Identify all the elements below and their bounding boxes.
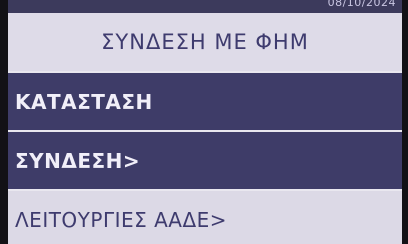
device-bezel-right <box>402 0 408 244</box>
menu-item-label: ΛΕΙΤΟΥΡΓΙΕΣ ΑΑΔΕ> <box>15 207 228 232</box>
menu-list: ΚΑΤΑΣΤΑΣΗ ΣΥΝΔΕΣΗ> ΛΕΙΤΟΥΡΓΙΕΣ ΑΑΔΕ> <box>8 73 402 244</box>
screen-title: ΣΥΝΔΕΣΗ ΜΕ ΦΗΜ <box>101 30 309 54</box>
menu-item-aade-functions[interactable]: ΛΕΙΤΟΥΡΓΙΕΣ ΑΑΔΕ> <box>8 191 402 244</box>
menu-item-status[interactable]: ΚΑΤΑΣΤΑΣΗ <box>8 73 402 130</box>
status-date: 08/10/2024 <box>327 0 396 9</box>
device-screen: 08/10/2024 ΣΥΝΔΕΣΗ ΜΕ ΦΗΜ ΚΑΤΑΣΤΑΣΗ ΣΥΝΔ… <box>8 0 402 244</box>
menu-item-label: ΚΑΤΑΣΤΑΣΗ <box>15 89 153 114</box>
device-bezel-left <box>0 0 8 244</box>
screen-title-bar: ΣΥΝΔΕΣΗ ΜΕ ΦΗΜ <box>8 13 402 71</box>
status-bar: 08/10/2024 <box>8 0 402 13</box>
menu-item-connection[interactable]: ΣΥΝΔΕΣΗ> <box>8 132 402 189</box>
menu-item-label: ΣΥΝΔΕΣΗ> <box>15 148 141 173</box>
